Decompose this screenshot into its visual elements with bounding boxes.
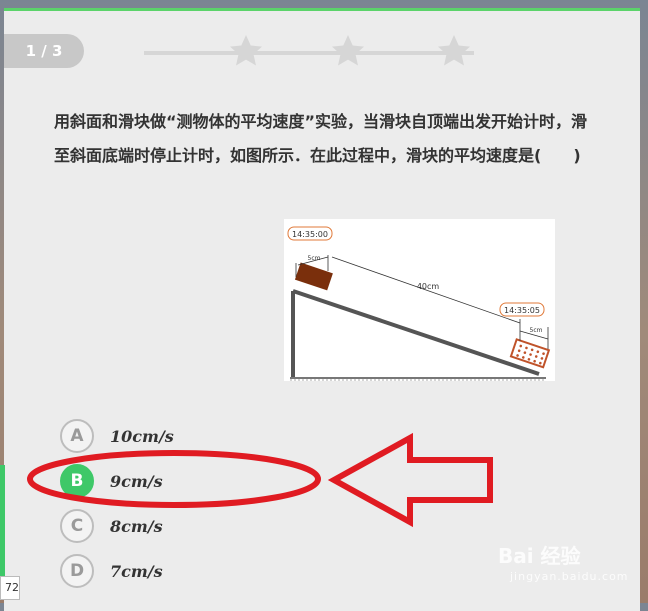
top-block-length: 5cm [308, 255, 321, 262]
option-d[interactable]: D 7cm/s [60, 553, 163, 589]
end-time-label: 14:35:05 [504, 306, 540, 315]
star-icon [332, 35, 364, 66]
option-letter: B [60, 464, 94, 498]
progress-track [144, 51, 474, 55]
option-a[interactable]: A 10cm/s [60, 418, 174, 454]
incline-figure: 14:35:00 14:35:05 5cm 40cm 5cm [284, 219, 555, 381]
option-letter: D [60, 554, 94, 588]
left-accent-bar [0, 465, 5, 585]
option-text: 10cm/s [110, 426, 174, 446]
option-letter: C [60, 509, 94, 543]
bottom-block-length: 5cm [530, 327, 543, 334]
star-icon [230, 35, 262, 66]
option-c[interactable]: C 8cm/s [60, 508, 163, 544]
option-b[interactable]: B 9cm/s [60, 463, 163, 499]
watermark-url: jingyan.baidu.com [510, 570, 629, 583]
question-text: 用斜面和滑块做“测物体的平均速度”实验，当滑块自顶端出发开始计时，滑至斜面底端时… [54, 112, 588, 165]
distance-label: 40cm [417, 282, 440, 291]
star-icon [438, 35, 470, 66]
option-text: 7cm/s [110, 561, 163, 581]
question-card: 1 / 3 用斜面和滑块做“测物体的平均速度”实验，当滑块自顶端出发开始计时，滑… [4, 8, 640, 611]
baidu-watermark: Bai 经验 jingyan.baidu.com [498, 540, 628, 590]
page-tag: 72 [0, 576, 20, 600]
watermark-brand: Bai 经验 [498, 544, 581, 568]
option-text: 8cm/s [110, 516, 163, 536]
option-letter: A [60, 419, 94, 453]
option-text: 9cm/s [110, 471, 163, 491]
progress-indicator: 1 / 3 [4, 34, 84, 68]
start-time-label: 14:35:00 [292, 230, 328, 239]
